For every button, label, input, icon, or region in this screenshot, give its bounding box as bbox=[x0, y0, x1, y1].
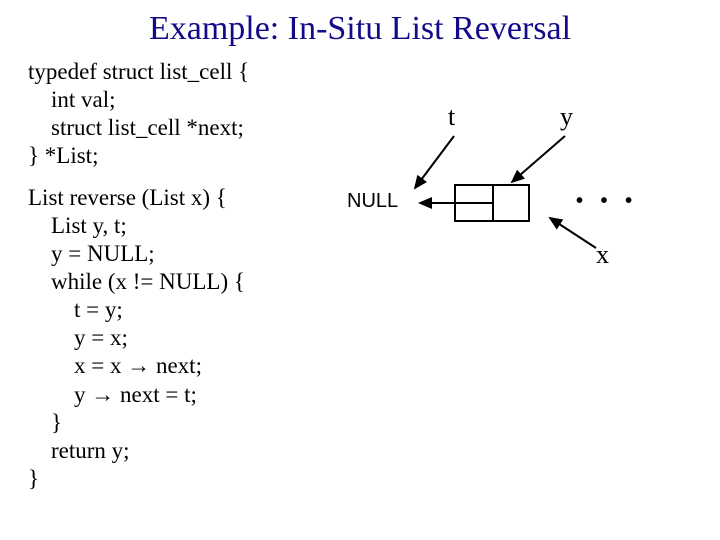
code-line: } *List; bbox=[28, 143, 98, 168]
code-line: x = x → next; bbox=[28, 353, 202, 378]
code-line: y → next = t; bbox=[28, 382, 197, 407]
slide-title: Example: In-Situ List Reversal bbox=[0, 0, 720, 56]
code-line: y = NULL; bbox=[28, 241, 155, 266]
code-line: List y, t; bbox=[28, 213, 127, 238]
code-line: struct list_cell *next; bbox=[28, 115, 244, 140]
diagram: t y x NULL • • • bbox=[360, 58, 700, 278]
code-line: List reverse (List x) { bbox=[28, 185, 227, 210]
code-line: return y; bbox=[28, 438, 130, 463]
code-line: int val; bbox=[28, 87, 116, 112]
code-line: typedef struct list_cell { bbox=[28, 59, 249, 84]
code-line: } bbox=[28, 466, 39, 491]
code-line: t = y; bbox=[28, 297, 123, 322]
code-line: } bbox=[28, 410, 62, 435]
code-line: y = x; bbox=[28, 325, 128, 350]
diagram-arrows bbox=[360, 58, 700, 278]
code-line: while (x != NULL) { bbox=[28, 269, 245, 294]
